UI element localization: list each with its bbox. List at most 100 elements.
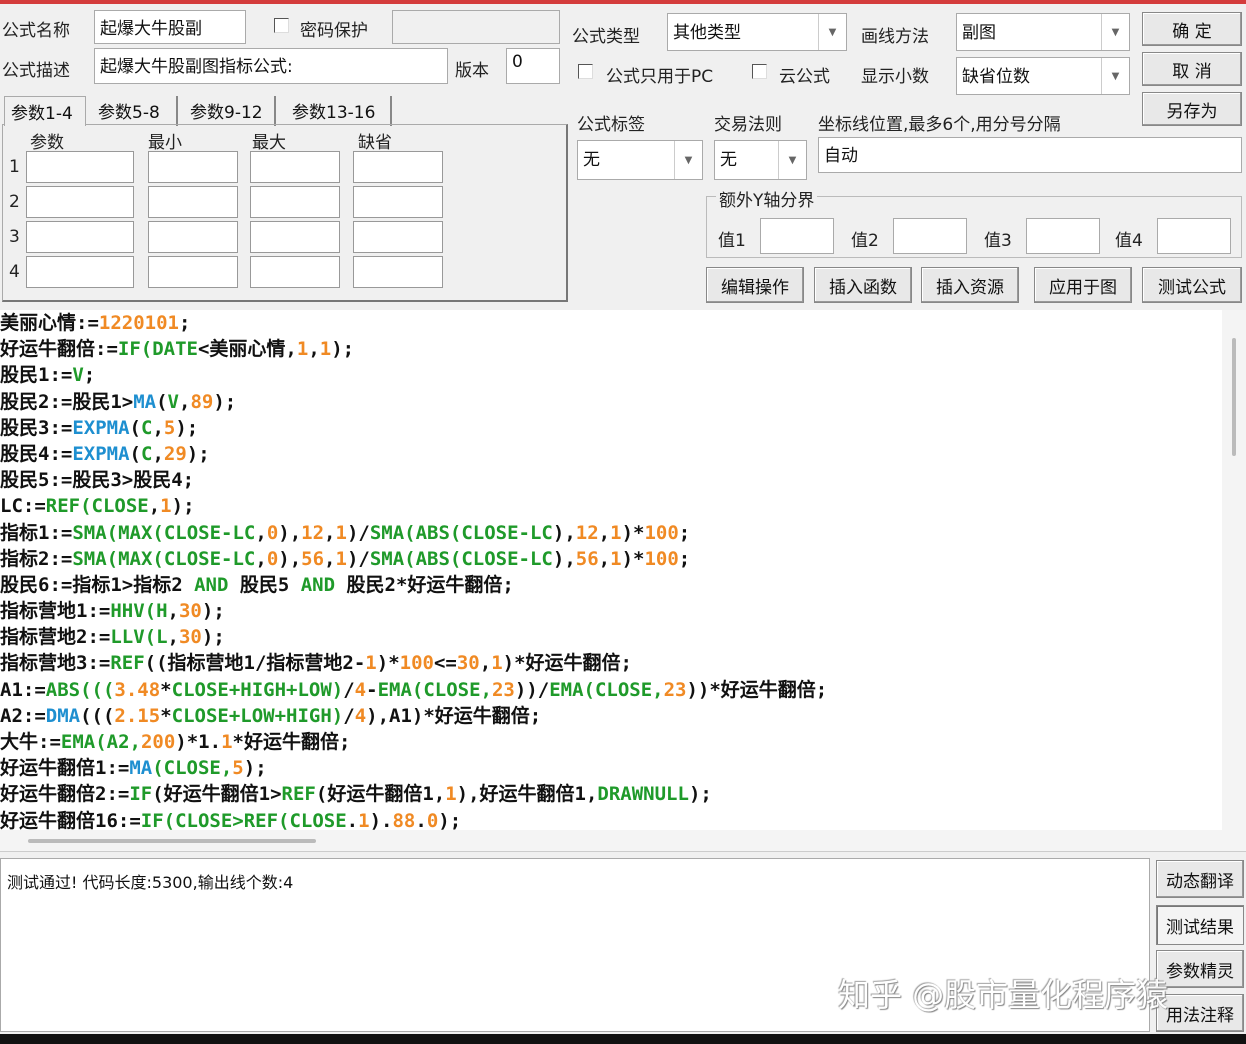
y-value-input[interactable]	[760, 218, 834, 254]
usage-notes-button[interactable]: 用法注释	[1156, 994, 1244, 1032]
tab-params-13-16[interactable]: 参数13-16	[286, 96, 392, 126]
code-token: ,	[255, 547, 267, 570]
code-token: *	[160, 704, 172, 727]
code-token: ,	[255, 521, 267, 544]
code-token: 5	[232, 757, 244, 780]
param-min-input[interactable]	[148, 256, 238, 288]
code-token: (	[129, 442, 141, 465]
code-token: 4	[354, 704, 367, 727]
code-token: 3.48	[114, 678, 161, 701]
code-token: );	[243, 757, 267, 780]
param-name-input[interactable]	[26, 256, 134, 288]
param-max-input[interactable]	[250, 256, 340, 288]
code-token: ;	[678, 547, 691, 570]
code-token: LC:=	[0, 495, 46, 518]
y-value-label: 值2	[851, 231, 879, 251]
decimals-select[interactable]: 缺省位数 ▼	[956, 57, 1130, 95]
horizontal-scroll-thumb[interactable]	[28, 839, 316, 843]
code-line: 股民3:=EXPMA(C,5);	[0, 415, 1222, 441]
password-checkbox[interactable]	[274, 18, 289, 33]
code-token: SMA(MAX(CLOSE-LC	[72, 547, 256, 570]
param-default-input[interactable]	[353, 256, 443, 288]
param-min-input[interactable]	[148, 221, 238, 253]
code-token: C	[140, 416, 153, 439]
code-token: 1	[610, 521, 622, 544]
code-token: )*	[621, 547, 645, 570]
insert-function-button[interactable]: 插入函数	[814, 267, 912, 303]
code-token: ,	[152, 416, 164, 439]
code-line: A1:=ABS(((3.48*CLOSE+HIGH+LOW)/4-EMA(CLO…	[0, 677, 1222, 703]
code-token: ,	[598, 547, 611, 570]
code-token: ),	[552, 521, 576, 544]
code-token: 1	[358, 809, 370, 830]
code-token: );	[186, 442, 210, 465]
code-token: )*好运牛翻倍;	[502, 652, 632, 675]
axis-position-input[interactable]: 自动	[818, 137, 1242, 173]
password-input[interactable]	[392, 10, 560, 44]
code-token: 5	[163, 416, 176, 439]
vertical-scroll-thumb[interactable]	[1232, 338, 1236, 456]
y-value-input[interactable]	[893, 218, 967, 254]
code-token: 88	[392, 809, 416, 830]
code-line: 好运牛翻倍2:=IF(好运牛翻倍1>REF(好运牛翻倍1,1),好运牛翻倍1,D…	[0, 781, 1222, 807]
param-min-input[interactable]	[148, 151, 238, 183]
formula-name-input[interactable]: 起爆大牛股副	[94, 10, 246, 44]
code-token: ),A1)*好运牛翻倍;	[366, 704, 542, 727]
code-token: A1:=	[0, 678, 46, 701]
y-value-label: 值3	[984, 231, 1012, 251]
param-name-input[interactable]	[26, 221, 134, 253]
y-value-input[interactable]	[1157, 218, 1231, 254]
param-wizard-button[interactable]: 参数精灵	[1156, 950, 1244, 988]
code-token: 1	[296, 338, 309, 361]
param-default-input[interactable]	[353, 186, 443, 218]
code-editor[interactable]: 美丽心情:=1220101; 好运牛翻倍:=IF(DATE<美丽心情,1,1); 股…	[0, 310, 1222, 830]
code-token: 好运牛翻倍1:=	[0, 757, 130, 780]
code-token: );	[331, 338, 355, 361]
code-token: ,	[324, 547, 336, 570]
edit-operation-button[interactable]: 编辑操作	[706, 267, 804, 303]
code-token: .	[415, 809, 427, 830]
code-token: 指标营地2:=	[0, 626, 111, 649]
code-token: 1	[335, 521, 347, 544]
y-value-input[interactable]	[1026, 218, 1100, 254]
tab-params-9-12[interactable]: 参数9-12	[184, 96, 276, 126]
code-token: ,	[148, 495, 161, 518]
tab-params-1-4[interactable]: 参数1-4	[4, 96, 86, 126]
formula-desc-label: 公式描述	[2, 61, 70, 81]
draw-method-select[interactable]: 副图 ▼	[956, 13, 1130, 51]
param-default-input[interactable]	[353, 221, 443, 253]
param-min-input[interactable]	[148, 186, 238, 218]
code-token: 2.15	[114, 704, 161, 727]
tab-params-5-8[interactable]: 参数5-8	[92, 96, 178, 126]
code-token: 23	[663, 678, 687, 701]
formula-type-select[interactable]: 其他类型 ▼	[667, 13, 847, 51]
dynamic-translate-button[interactable]: 动态翻译	[1156, 860, 1244, 898]
cloud-checkbox[interactable]	[752, 64, 767, 79]
param-max-input[interactable]	[250, 151, 340, 183]
param-max-input[interactable]	[250, 221, 340, 253]
apply-to-chart-button[interactable]: 应用于图	[1034, 267, 1132, 303]
code-token: 股民1:=	[0, 364, 73, 387]
param-name-input[interactable]	[26, 186, 134, 218]
formula-desc-input[interactable]: 起爆大牛股副图指标公式:	[94, 48, 448, 84]
code-token: 好运牛翻倍16:=	[0, 809, 141, 830]
formula-tag-select[interactable]: 无 ▼	[577, 140, 703, 180]
draw-method-label: 画线方法	[861, 27, 929, 47]
test-formula-button[interactable]: 测试公式	[1142, 267, 1242, 303]
param-default-input[interactable]	[353, 151, 443, 183]
cancel-button[interactable]: 取 消	[1142, 52, 1242, 86]
test-result-button[interactable]: 测试结果	[1156, 905, 1244, 945]
trade-rule-select[interactable]: 无 ▼	[714, 140, 807, 180]
insert-resource-button[interactable]: 插入资源	[921, 267, 1019, 303]
code-token: C	[140, 442, 153, 465]
ok-button[interactable]: 确 定	[1142, 12, 1242, 46]
code-token: DMA	[45, 704, 81, 727]
version-input[interactable]: 0	[506, 48, 560, 84]
code-token: SMA(MAX(CLOSE-LC	[72, 521, 256, 544]
param-max-input[interactable]	[250, 186, 340, 218]
code-token: 100	[644, 521, 679, 544]
param-name-input[interactable]	[26, 151, 134, 183]
code-token: <=	[433, 652, 457, 675]
pc-only-checkbox[interactable]	[578, 64, 593, 79]
save-as-button[interactable]: 另存为	[1142, 92, 1242, 126]
